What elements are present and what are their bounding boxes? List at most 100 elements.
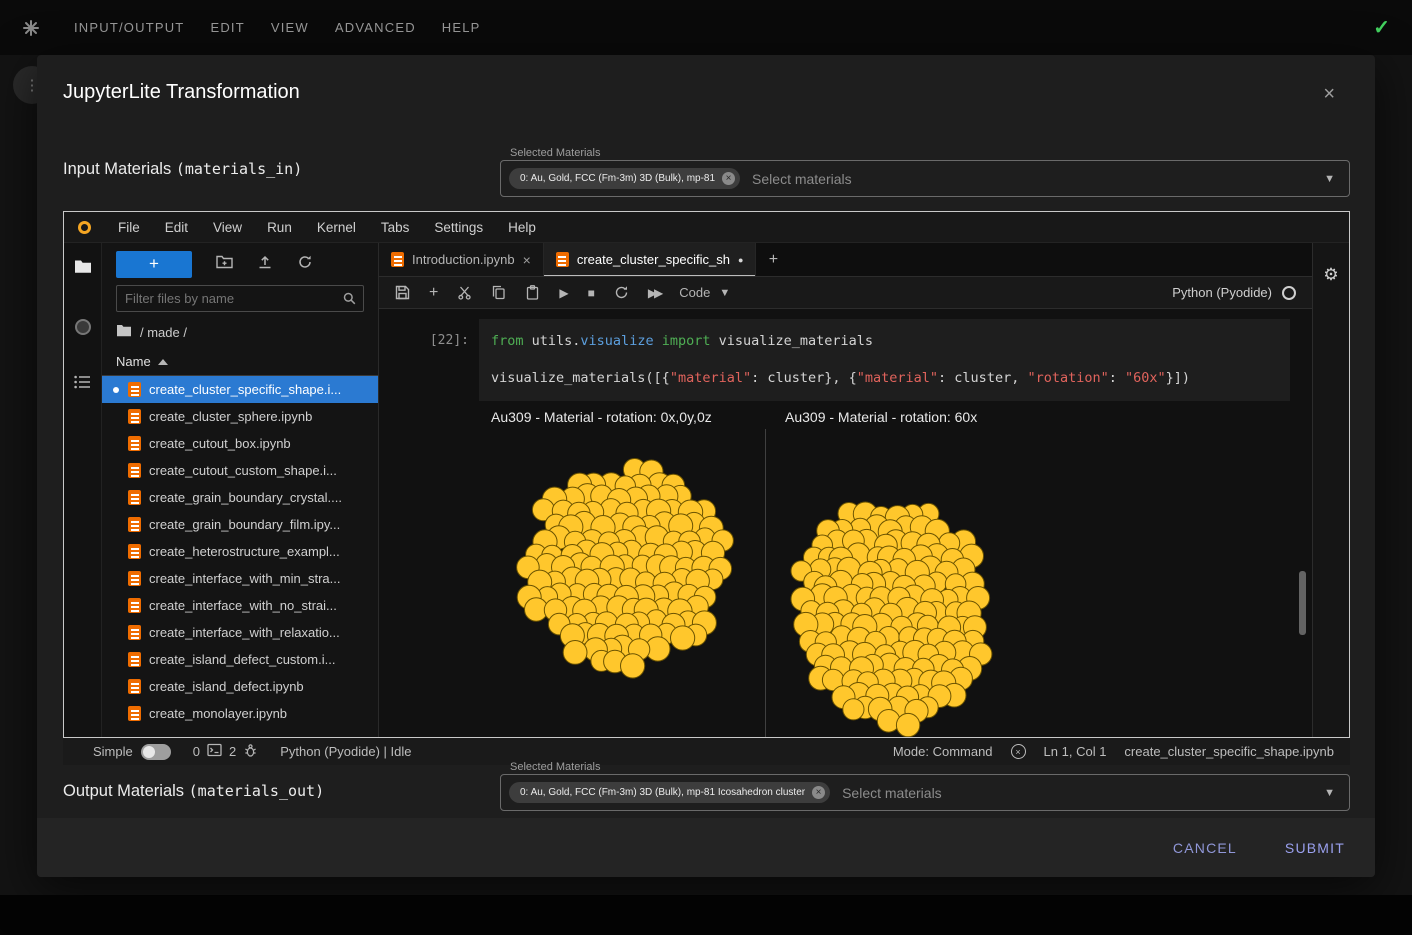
restart-run-all-icon[interactable]: ▶▶ [648, 286, 660, 300]
jupyter-menu-file[interactable]: File [118, 220, 140, 235]
session-counts[interactable]: 0 2 [193, 743, 258, 761]
app-logo-icon [22, 19, 40, 37]
unsaved-dot-icon: ● [738, 255, 743, 265]
selected-materials-label: Selected Materials [510, 147, 601, 159]
code-cell[interactable]: [22]: from utils.visualize import visual… [379, 319, 1312, 401]
dialog-footer: CANCEL SUBMIT [37, 818, 1375, 877]
material-chip-label: 0: Au, Gold, FCC (Fm-3m) 3D (Bulk), mp-8… [520, 787, 805, 798]
file-item[interactable]: create_island_defect.ipynb [102, 673, 378, 700]
gear-icon[interactable]: ⚙ [1323, 265, 1338, 285]
file-name: create_island_defect_custom.i... [149, 652, 335, 667]
save-icon[interactable] [395, 285, 410, 300]
file-item[interactable]: create_monolayer.ipynb [102, 700, 378, 727]
chip-remove-icon[interactable]: × [812, 786, 825, 799]
copy-cell-icon[interactable] [491, 285, 506, 300]
new-folder-icon[interactable] [216, 254, 233, 274]
new-launcher-button[interactable]: + [116, 251, 192, 278]
menu-item-help[interactable]: HELP [442, 20, 481, 35]
jupyter-menu-settings[interactable]: Settings [434, 220, 483, 235]
check-icon[interactable]: ✓ [1373, 15, 1390, 40]
dialog-title: JupyterLite Transformation [63, 81, 300, 104]
file-item[interactable]: create_cluster_sphere.ipynb [102, 403, 378, 430]
file-item[interactable]: create_grain_boundary_crystal.... [102, 484, 378, 511]
status-bar: Simple 0 2 Python (Pyodide) | Idle Mode:… [63, 738, 1350, 765]
jupyter-menu-kernel[interactable]: Kernel [317, 220, 356, 235]
select-placeholder: Select materials [752, 171, 852, 187]
output-materials-select[interactable]: 0: Au, Gold, FCC (Fm-3m) 3D (Bulk), mp-8… [500, 774, 1350, 811]
file-item[interactable]: create_grain_boundary_film.ipy... [102, 511, 378, 538]
submit-button[interactable]: SUBMIT [1285, 840, 1345, 856]
left-activity-rail [64, 243, 101, 737]
cell-editor[interactable]: from utils.visualize import visualize_ma… [479, 319, 1290, 401]
file-browser-icon[interactable] [74, 259, 92, 279]
simple-toggle[interactable] [141, 744, 171, 760]
run-cell-icon[interactable]: ▶ [559, 286, 568, 300]
file-name: create_monolayer.ipynb [149, 706, 287, 721]
simple-mode-toggle-group: Simple [93, 744, 171, 760]
file-item[interactable]: create_heterostructure_exampl... [102, 538, 378, 565]
insert-cell-icon[interactable]: + [429, 284, 438, 302]
dropdown-caret-icon[interactable]: ▼ [1324, 173, 1335, 185]
jupyter-menu-tabs[interactable]: Tabs [381, 220, 410, 235]
restart-kernel-icon[interactable] [614, 285, 629, 300]
jupyterlab-frame: File Edit View Run Kernel Tabs Settings … [63, 211, 1350, 738]
file-item[interactable]: create_interface_with_relaxatio... [102, 619, 378, 646]
notebook-icon [128, 652, 141, 667]
running-sessions-icon[interactable] [75, 319, 91, 335]
file-item[interactable]: create_interface_with_no_strai... [102, 592, 378, 619]
cell-type-dropdown[interactable]: Code ▼ [679, 285, 730, 300]
screen: INPUT/OUTPUT EDIT VIEW ADVANCED HELP ✓ ⋮… [0, 0, 1412, 935]
file-browser-toolbar: + [102, 243, 378, 285]
tab-introduction[interactable]: Introduction.ipynb × [379, 243, 544, 276]
chip-remove-icon[interactable]: × [722, 172, 735, 185]
notebook-content: [22]: from utils.visualize import visual… [379, 309, 1312, 737]
jupyter-menu-view[interactable]: View [213, 220, 242, 235]
menu-item-input-output[interactable]: INPUT/OUTPUT [74, 20, 184, 35]
file-browser-panel: + [101, 243, 379, 737]
menu-item-advanced[interactable]: ADVANCED [335, 20, 416, 35]
tab-label: create_cluster_specific_sh [577, 252, 730, 267]
file-item[interactable]: create_island_defect_custom.i... [102, 646, 378, 673]
notebook-icon [128, 463, 141, 478]
file-item[interactable]: create_cutout_box.ipynb [102, 430, 378, 457]
new-tab-button[interactable]: + [756, 243, 790, 276]
table-of-contents-icon[interactable] [74, 375, 91, 394]
menu-item-edit[interactable]: EDIT [210, 20, 244, 35]
notebook-icon [128, 409, 141, 424]
jupyter-menu-help[interactable]: Help [508, 220, 536, 235]
refresh-icon[interactable] [297, 254, 313, 275]
dropdown-caret-icon[interactable]: ▼ [1324, 787, 1335, 799]
jupyter-menu-edit[interactable]: Edit [165, 220, 188, 235]
file-item[interactable]: create_interface_with_min_stra... [102, 565, 378, 592]
close-icon[interactable]: × [1323, 83, 1335, 106]
name-column-header[interactable]: Name [102, 349, 378, 376]
upload-icon[interactable] [257, 254, 273, 275]
input-materials-select[interactable]: 0: Au, Gold, FCC (Fm-3m) 3D (Bulk), mp-8… [500, 160, 1350, 197]
material-chip-label: 0: Au, Gold, FCC (Fm-3m) 3D (Bulk), mp-8… [520, 173, 715, 184]
file-item-selected[interactable]: create_cluster_specific_shape.i... [102, 376, 378, 403]
jupyterlite-transformation-dialog: JupyterLite Transformation × Input Mater… [37, 55, 1375, 877]
menu-item-view[interactable]: VIEW [271, 20, 309, 35]
cancel-button[interactable]: CANCEL [1173, 840, 1237, 856]
material-chip[interactable]: 0: Au, Gold, FCC (Fm-3m) 3D (Bulk), mp-8… [509, 168, 740, 189]
filter-files-input[interactable] [116, 285, 364, 312]
output-plots [479, 429, 1312, 737]
tab-close-icon[interactable]: × [523, 252, 531, 268]
scrollbar-thumb[interactable] [1299, 571, 1306, 635]
material-chip[interactable]: 0: Au, Gold, FCC (Fm-3m) 3D (Bulk), mp-8… [509, 782, 830, 803]
gold-cluster-visualization-1 [766, 429, 1286, 737]
jupyter-menu-run[interactable]: Run [267, 220, 292, 235]
gold-cluster-visualization-0 [479, 429, 765, 737]
file-item[interactable]: create_cutout_custom_shape.i... [102, 457, 378, 484]
tab-create-cluster-specific-shape[interactable]: create_cluster_specific_sh ● [544, 243, 757, 276]
file-name: create_cutout_custom_shape.i... [149, 463, 337, 478]
selected-materials-label: Selected Materials [510, 761, 601, 773]
kernel-indicator[interactable]: Python (Pyodide) [1172, 285, 1296, 300]
stop-kernel-icon[interactable]: ■ [588, 286, 595, 300]
cursor-position: Ln 1, Col 1 [1044, 744, 1107, 759]
cut-cell-icon[interactable] [457, 285, 472, 300]
kernel-status-text: Python (Pyodide) | Idle [280, 744, 411, 759]
paste-cell-icon[interactable] [525, 285, 540, 300]
file-name: create_interface_with_no_strai... [149, 598, 337, 613]
breadcrumb[interactable]: / made / [102, 320, 378, 349]
